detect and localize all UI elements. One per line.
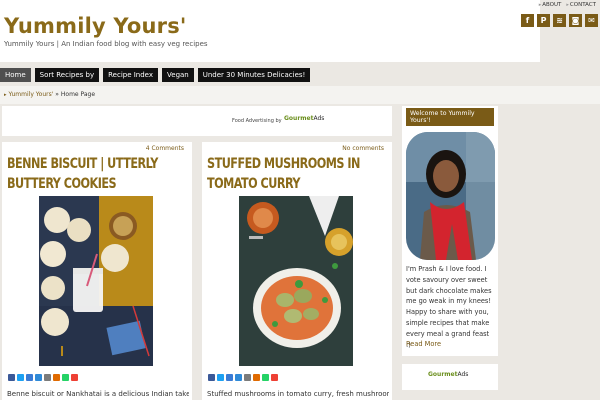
site-title[interactable]: Yummily Yours' (4, 14, 187, 38)
about-link[interactable]: ABOUT (539, 2, 561, 8)
share-twitter-icon[interactable] (17, 374, 24, 381)
breadcrumb-arrow-icon: ▸ (4, 92, 7, 98)
rss-icon[interactable]: ≋ (553, 14, 566, 27)
share-email-icon[interactable] (226, 374, 233, 381)
share-blogger-icon[interactable] (253, 374, 260, 381)
pinterest-icon[interactable]: P (537, 14, 550, 27)
gourmet-ads-logo[interactable]: GourmetAds (428, 371, 468, 378)
share-facebook-icon[interactable] (8, 374, 15, 381)
facebook-icon[interactable]: f (521, 14, 534, 27)
breadcrumb-separator: » (55, 91, 59, 98)
post-excerpt: Stuffed mushrooms in tomato curry, fresh… (207, 390, 389, 398)
ad-banner: Food Advertising by GourmetAds (2, 106, 392, 136)
ad-brand-prefix: Gourmet (428, 371, 458, 378)
breadcrumb-current: Home Page (60, 91, 96, 98)
post-image[interactable] (239, 196, 353, 366)
post-title[interactable]: Stuffed Mushrooms in Tomato Curry (207, 154, 362, 194)
share-whatsapp-icon[interactable] (262, 374, 269, 381)
author-bio: I'm Prash & I love food. I vote savoury … (406, 265, 492, 349)
site-header: Yummily Yours' Yummily Yours | An Indian… (0, 0, 540, 62)
comments-link[interactable]: 4 Comments (146, 145, 184, 152)
share-more-icon[interactable] (71, 374, 78, 381)
share-twitter-icon[interactable] (217, 374, 224, 381)
post-image[interactable] (39, 196, 153, 366)
share-more-icon[interactable] (271, 374, 278, 381)
site-tagline: Yummily Yours | An Indian food blog with… (4, 40, 208, 48)
breadcrumb: ▸ Yummily Yours' » Home Page (0, 86, 600, 104)
share-icons (8, 374, 78, 381)
nav-item-vegan[interactable]: Vegan (162, 68, 194, 82)
sidebar-ad-widget: GourmetAds (402, 364, 498, 390)
post-card: 4 Comments Benne Biscuit | Utterly Butte… (2, 142, 192, 400)
breadcrumb-home-link[interactable]: Yummily Yours' (9, 91, 54, 98)
post-card: No comments Stuffed Mushrooms in Tomato … (202, 142, 392, 400)
ad-brand-prefix: Gourmet (284, 115, 314, 122)
main-nav: Home Sort Recipes by Recipe Index Vegan … (0, 68, 311, 82)
share-blogger-icon[interactable] (53, 374, 60, 381)
widget-title: Welcome to Yummily Yours'! (406, 108, 494, 126)
email-icon[interactable]: ✉ (585, 14, 598, 27)
share-whatsapp-icon[interactable] (62, 374, 69, 381)
share-facebook-icon[interactable] (208, 374, 215, 381)
nav-item-under-30[interactable]: Under 30 Minutes Delicacies! (197, 68, 311, 82)
share-linkedin-icon[interactable] (235, 374, 242, 381)
share-print-icon[interactable] (244, 374, 251, 381)
top-links: ABOUT CONTACT (539, 2, 596, 8)
nav-item-recipe-index[interactable]: Recipe Index (103, 68, 159, 82)
share-icons (208, 374, 278, 381)
instagram-icon[interactable]: ◙ (569, 14, 582, 27)
social-icons: f P ≋ ◙ ✉ (521, 14, 598, 27)
read-more-link[interactable]: Read More (406, 340, 441, 348)
share-email-icon[interactable] (26, 374, 33, 381)
post-excerpt: Benne biscuit or Nankhatai is a deliciou… (7, 390, 189, 398)
gourmet-ads-logo[interactable]: GourmetAds (284, 115, 324, 122)
nav-item-sort-recipes[interactable]: Sort Recipes by (34, 68, 100, 82)
share-linkedin-icon[interactable] (35, 374, 42, 381)
nav-item-home[interactable]: Home (0, 68, 31, 82)
comments-link[interactable]: No comments (342, 145, 384, 152)
ad-brand-suffix: Ads (313, 115, 325, 122)
contact-link[interactable]: CONTACT (566, 2, 596, 8)
post-title[interactable]: Benne Biscuit | Utterly Buttery Cookies (7, 154, 162, 194)
share-print-icon[interactable] (44, 374, 51, 381)
sidebar-welcome-widget: Welcome to Yummily Yours'! I'm Prash & I… (402, 106, 498, 356)
ad-brand-suffix: Ads (457, 371, 469, 378)
author-photo (406, 132, 495, 260)
ad-label: Food Advertising by (232, 118, 282, 124)
